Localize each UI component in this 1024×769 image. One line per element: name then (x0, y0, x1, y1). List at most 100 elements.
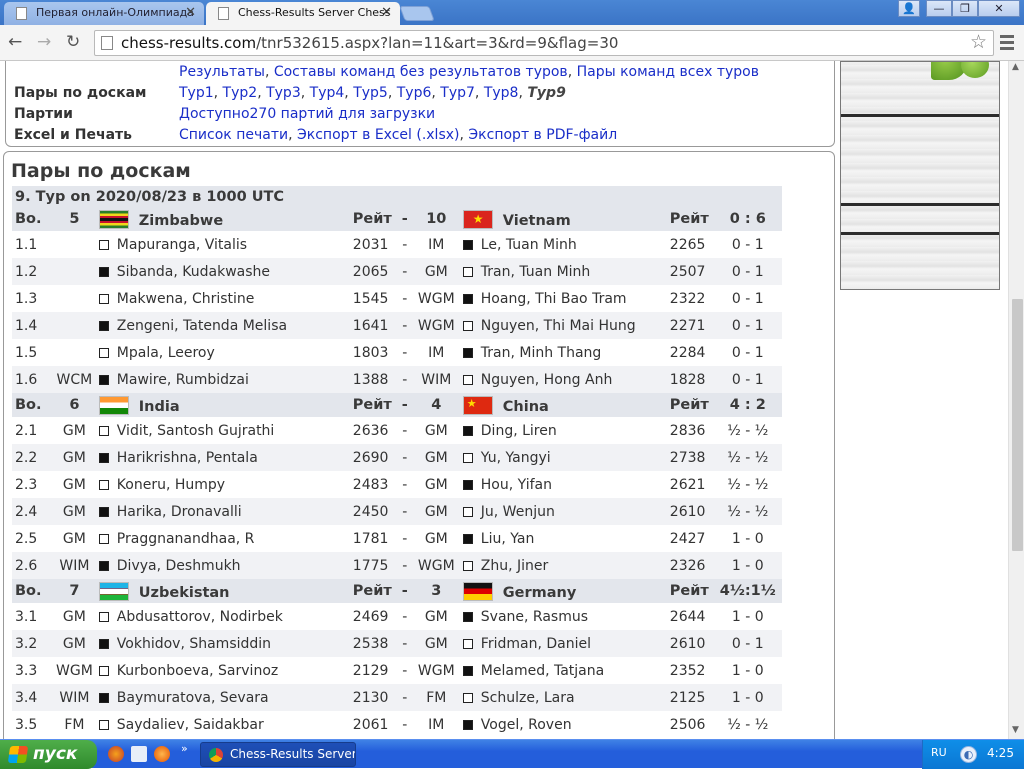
player2-title: GM (412, 630, 460, 657)
player2-name[interactable]: Vogel, Roven (481, 717, 572, 733)
scrollbar-thumb[interactable] (1012, 299, 1023, 551)
game-result: 1 - 0 (713, 684, 782, 711)
minimize-button[interactable]: — (926, 0, 952, 17)
player2-name[interactable]: Zhu, Jiner (481, 558, 549, 574)
tab-close-icon[interactable]: ✕ (381, 2, 392, 24)
player1-name[interactable]: Harika, Dronavalli (117, 504, 242, 520)
player2-name[interactable]: Svane, Rasmus (481, 609, 588, 625)
player1-rating: 2130 (349, 684, 397, 711)
link-team-lineups[interactable]: Составы команд без результатов туров (274, 64, 568, 80)
player2-name[interactable]: Ding, Liren (481, 423, 557, 439)
player2-name[interactable]: Tran, Minh Thang (481, 345, 602, 361)
address-bar[interactable]: chess-results.com/tnr532615.aspx?lan=11&… (94, 30, 994, 56)
player1-name[interactable]: Zengeni, Tatenda Melisa (117, 318, 287, 334)
close-window-button[interactable]: ✕ (978, 0, 1020, 17)
excel-export-link[interactable]: Экспорт в Excel (.xlsx) (297, 127, 460, 143)
print-list-link[interactable]: Список печати (179, 127, 288, 143)
round-link-3[interactable]: Тур3 (266, 85, 301, 101)
player1-name[interactable]: Sibanda, Kudakwashe (117, 264, 270, 280)
player1-name[interactable]: Vidit, Santosh Gujrathi (117, 423, 275, 439)
tab-chess-results[interactable]: Chess-Results Server Chess ✕ (206, 2, 400, 25)
game-result: 1 - 0 (713, 552, 782, 579)
player1-name[interactable]: Saydaliev, Saidakbar (117, 717, 264, 733)
new-tab-button[interactable] (399, 6, 435, 21)
header-rating: Рейт (666, 207, 714, 231)
round-link-2[interactable]: Тур2 (223, 85, 258, 101)
player2-name[interactable]: Le, Tuan Minh (481, 237, 577, 253)
link-team-pairings-all[interactable]: Пары команд всех туров (577, 64, 759, 80)
player2-name[interactable]: Ju, Wenjun (481, 504, 555, 520)
user-icon[interactable]: 👤 (898, 0, 920, 17)
player1-name[interactable]: Divya, Deshmukh (117, 558, 241, 574)
black-piece-icon (98, 560, 109, 571)
player1-name[interactable]: Harikrishna, Pentala (117, 450, 258, 466)
player1-name[interactable]: Kurbonboeva, Sarvinoz (117, 663, 278, 679)
header-rating: Рейт (349, 579, 397, 603)
player1-name[interactable]: Abdusattorov, Nodirbek (117, 609, 283, 625)
bookmark-star-icon[interactable]: ☆ (970, 31, 987, 53)
player2-name[interactable]: Yu, Yangyi (481, 450, 551, 466)
player1-name[interactable]: Mpala, Leeroy (117, 345, 215, 361)
firefox-quicklaunch-icon[interactable] (154, 746, 170, 762)
round-link-5[interactable]: Тур5 (353, 85, 388, 101)
player1-name[interactable]: Baymuratova, Sevara (117, 690, 269, 706)
player2-name[interactable]: Melamed, Tatjana (481, 663, 604, 679)
link-results[interactable]: Результаты (179, 64, 265, 80)
player2-title: GM (424, 476, 448, 493)
player2-rating: 2326 (666, 552, 714, 579)
separator-dash: - (402, 422, 408, 439)
scroll-down-icon[interactable]: ▼ (1012, 725, 1019, 735)
explorer-quicklaunch-icon[interactable] (131, 746, 147, 762)
taskbar-chrome-window[interactable]: Chess-Results Server... (200, 742, 356, 767)
tray-app-icon[interactable]: ◐ (960, 746, 977, 763)
player1-name[interactable]: Makwena, Christine (117, 291, 255, 307)
pdf-export-link[interactable]: Экспорт в PDF-файл (468, 127, 617, 143)
round-link-7[interactable]: Тур7 (440, 85, 475, 101)
player1-name[interactable]: Koneru, Humpy (117, 477, 225, 493)
player2-rating: 2506 (669, 716, 706, 733)
player2-name[interactable]: Liu, Yan (481, 531, 535, 547)
round-link-4[interactable]: Тур4 (310, 85, 345, 101)
separator-dash: - (402, 290, 408, 307)
chrome-quicklaunch-icon[interactable] (108, 746, 124, 762)
scroll-up-icon[interactable]: ▲ (1012, 62, 1019, 72)
vertical-scrollbar[interactable]: ▲ ▼ (1008, 61, 1024, 739)
player2-name[interactable]: Nguyen, Thi Mai Hung (481, 318, 636, 334)
game-result: ½ - ½ (727, 422, 769, 439)
games-download-link[interactable]: Доступно270 партий для загрузки (179, 106, 435, 122)
board-number: 1.3 (15, 290, 38, 307)
player2-name[interactable]: Nguyen, Hong Anh (481, 372, 613, 388)
player2-name[interactable]: Schulze, Lara (481, 690, 575, 706)
player1-rating: 1388 (349, 366, 397, 393)
clock[interactable]: 4:25 (987, 746, 1014, 760)
player1-name[interactable]: Praggnanandhaa, R (117, 531, 255, 547)
url-text[interactable]: chess-results.com/tnr532615.aspx?lan=11&… (121, 34, 618, 52)
reload-icon[interactable]: ↻ (66, 32, 80, 52)
player1-title (53, 285, 96, 312)
player2-name[interactable]: Hoang, Thi Bao Tram (481, 291, 627, 307)
language-indicator[interactable]: RU (931, 746, 947, 759)
restore-button[interactable]: ❐ (952, 0, 978, 17)
forward-arrow-icon[interactable]: → (37, 32, 51, 52)
back-arrow-icon[interactable]: ← (8, 32, 22, 52)
player1-name[interactable]: Mapuranga, Vitalis (117, 237, 247, 253)
chrome-icon (209, 748, 223, 762)
round-link-1[interactable]: Тур1 (179, 85, 214, 101)
black-piece-icon (462, 425, 473, 436)
quicklaunch-more-icon[interactable]: » (181, 742, 188, 755)
tab-olympiad[interactable]: Первая онлайн-Олимпиада ✕ (4, 2, 204, 25)
browser-menu-icon[interactable] (1000, 35, 1014, 51)
player1-name[interactable]: Vokhidov, Shamsiddin (117, 636, 271, 652)
player1-name[interactable]: Mawire, Rumbidzai (117, 372, 249, 388)
round-link-8[interactable]: Тур8 (484, 85, 519, 101)
tab-close-icon[interactable]: ✕ (185, 2, 196, 24)
player2-name[interactable]: Fridman, Daniel (481, 636, 591, 652)
player2-rating: 2284 (669, 344, 706, 361)
start-button[interactable]: пуск (0, 740, 97, 769)
boards-label: Пары по доскам (14, 85, 147, 101)
player2-name[interactable]: Tran, Tuan Minh (481, 264, 591, 280)
player2-name[interactable]: Hou, Yifan (481, 477, 552, 493)
player1: Baymuratova, Sevara (95, 684, 350, 711)
board-row: 2.3 GM Koneru, Humpy 2483- GM Hou, Yifan 2621 ½… (12, 471, 782, 498)
round-link-6[interactable]: Тур6 (397, 85, 432, 101)
